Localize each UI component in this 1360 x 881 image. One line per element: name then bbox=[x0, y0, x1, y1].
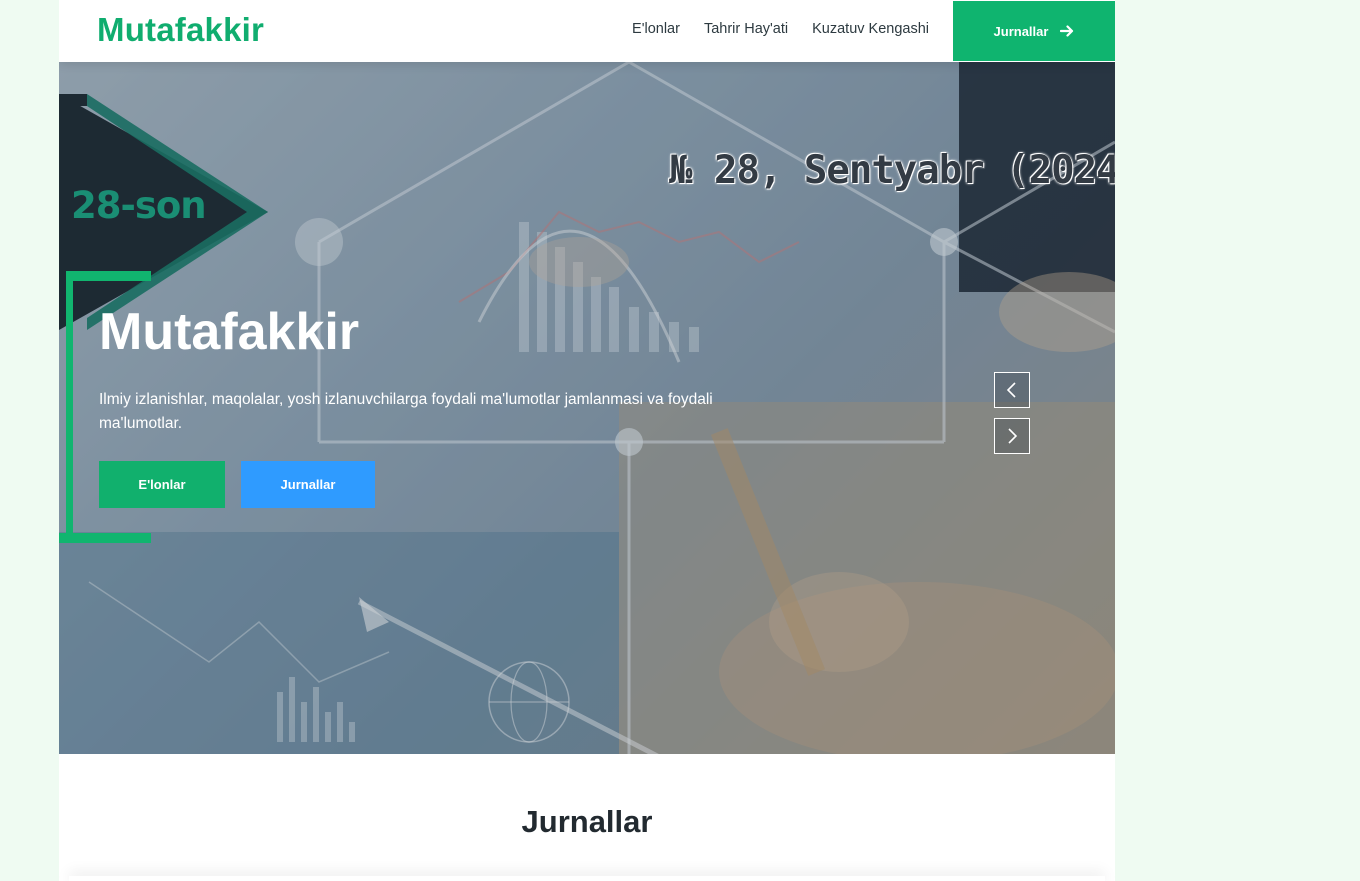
navbar: Mutafakkir E'lonlar Tahrir Hay'ati Kuzat… bbox=[59, 0, 1115, 62]
jurnallar-button[interactable]: Jurnallar bbox=[241, 461, 375, 508]
bracket-decoration-bottom bbox=[59, 533, 151, 543]
section-title-jurnallar: Jurnallar bbox=[521, 804, 653, 839]
main-nav: E'lonlar Tahrir Hay'ati Kuzatuv Kengashi bbox=[632, 21, 929, 37]
nav-link-tahrir-hayati[interactable]: Tahrir Hay'ati bbox=[704, 21, 788, 37]
nav-link-elonlar[interactable]: E'lonlar bbox=[632, 21, 680, 37]
bracket-decoration-side bbox=[66, 271, 73, 543]
jurnallar-cta-button[interactable]: Jurnallar bbox=[953, 1, 1115, 61]
page: Mutafakkir E'lonlar Tahrir Hay'ati Kuzat… bbox=[59, 0, 1115, 881]
jurnallar-cta-label: Jurnallar bbox=[993, 23, 1049, 39]
issue-number-label: 28-son bbox=[71, 184, 207, 227]
bracket-decoration-top bbox=[66, 271, 151, 281]
hero-slider: 28-son № 28, Sentyabr (2024) Mutafakkir … bbox=[59, 62, 1115, 754]
nav-link-kuzatuv-kengashi[interactable]: Kuzatuv Kengashi bbox=[812, 21, 929, 37]
slider-prev-button[interactable] bbox=[994, 372, 1030, 408]
brand-logo[interactable]: Mutafakkir bbox=[97, 11, 264, 49]
elonlar-button[interactable]: E'lonlar bbox=[99, 461, 225, 508]
journals-card-edge bbox=[69, 876, 1105, 881]
chevron-left-icon bbox=[1006, 382, 1016, 398]
arrow-right-icon bbox=[1060, 25, 1074, 37]
chevron-right-icon bbox=[1008, 428, 1018, 444]
issue-date-label: № 28, Sentyabr (2024) bbox=[669, 148, 1115, 193]
slider-next-button[interactable] bbox=[994, 418, 1030, 454]
hero-subtitle: Ilmiy izlanishlar, maqolalar, yosh izlan… bbox=[99, 391, 713, 432]
hero-title: Mutafakkir bbox=[99, 303, 360, 361]
